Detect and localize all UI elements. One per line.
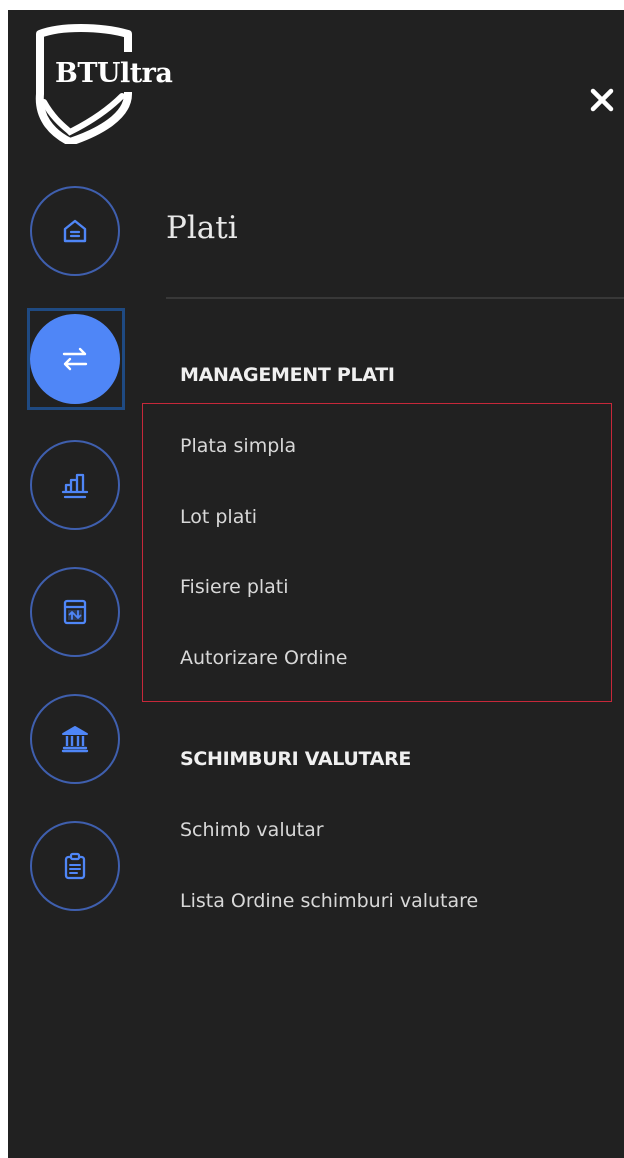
calendar-exchange-icon <box>63 599 87 625</box>
bar-chart-icon <box>61 473 89 499</box>
group-heading-management-plati: MANAGEMENT PLATI <box>180 364 395 386</box>
menu-item-plata-simpla[interactable]: Plata simpla <box>180 435 296 457</box>
navigation-drawer: BTUltra Plati MANAGEMENT PLATI Plata sim… <box>8 10 624 1158</box>
title-divider <box>166 297 624 299</box>
home-icon <box>63 219 87 243</box>
close-icon <box>590 88 614 112</box>
sidebar-item-home[interactable] <box>30 186 120 276</box>
menu-item-fisiere-plati[interactable]: Fisiere plati <box>180 576 289 598</box>
menu-item-schimb-valutar[interactable]: Schimb valutar <box>180 819 324 841</box>
menu-item-autorizare-ordine[interactable]: Autorizare Ordine <box>180 647 347 669</box>
menu-item-lista-ordine-schimburi-valutare[interactable]: Lista Ordine schimburi valutare <box>180 890 478 912</box>
sidebar-item-payments[interactable] <box>30 314 120 404</box>
logo-text: BTUltra <box>55 58 173 89</box>
group-heading-schimburi-valutare: SCHIMBURI VALUTARE <box>180 748 412 770</box>
bt-ultra-logo: BTUltra <box>30 24 200 144</box>
sidebar-item-reports[interactable] <box>30 440 120 530</box>
sidebar-item-bank[interactable] <box>30 694 120 784</box>
close-button[interactable] <box>582 80 622 120</box>
sidebar-item-exchange-orders[interactable] <box>30 567 120 657</box>
clipboard-icon <box>64 852 86 880</box>
transfer-arrows-icon <box>62 347 88 371</box>
sidebar-item-orders-list[interactable] <box>30 821 120 911</box>
bank-icon <box>61 726 89 753</box>
menu-item-lot-plati[interactable]: Lot plati <box>180 506 257 528</box>
page-title: Plati <box>166 210 238 246</box>
